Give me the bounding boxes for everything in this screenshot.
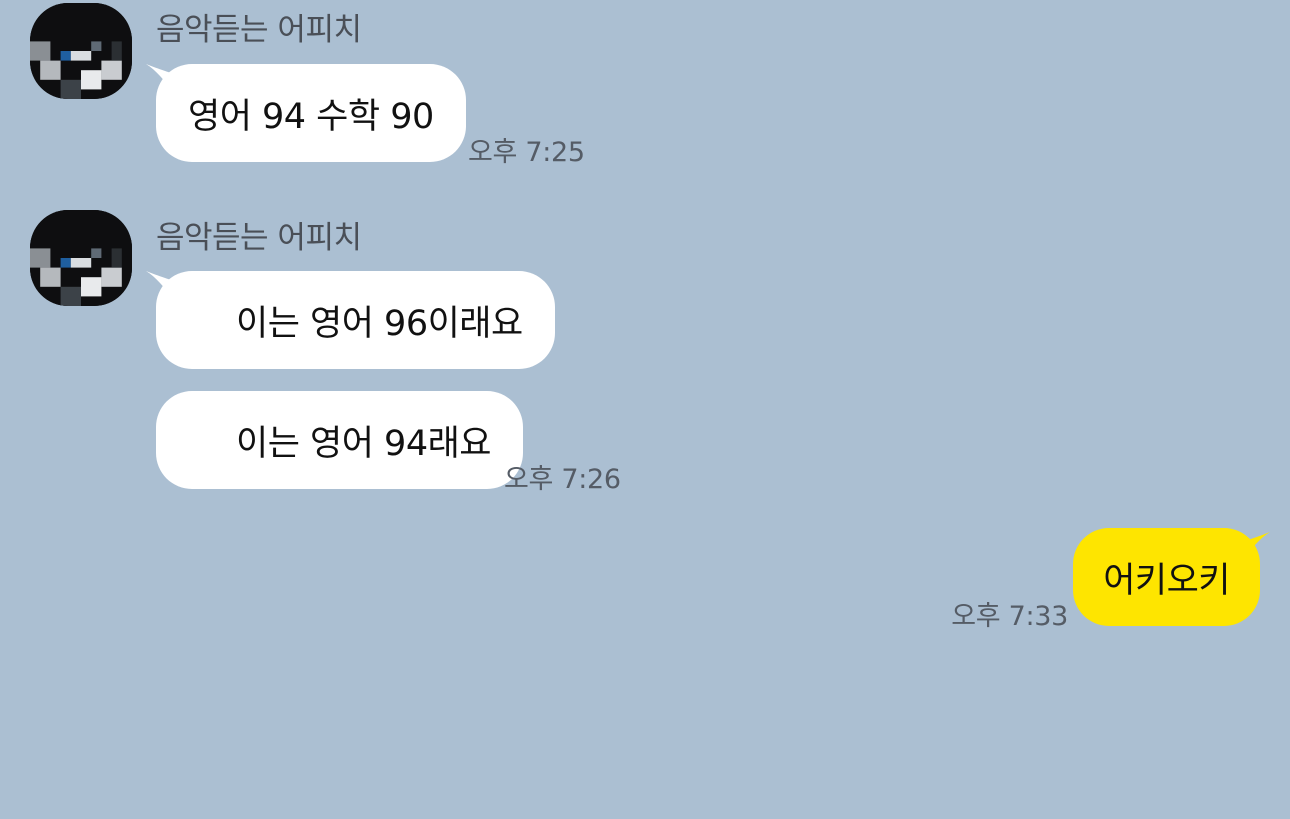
- message-text: 이는 영어 96이래요: [236, 303, 523, 344]
- avatar[interactable]: [30, 210, 132, 306]
- message-text: 어키오키: [1103, 560, 1230, 601]
- obscured-name: [188, 300, 234, 340]
- my-message-bubble[interactable]: 어키오키: [1073, 528, 1260, 626]
- message-bubble[interactable]: 이는 영어 96이래요: [156, 271, 555, 369]
- message-bubble[interactable]: 영어 94 수학 90: [156, 64, 466, 162]
- obscured-name: [188, 420, 234, 460]
- sender-name: 음악듣는 어피치: [156, 12, 362, 48]
- avatar-image: [30, 3, 132, 99]
- message-bubble[interactable]: 이는 영어 94래요: [156, 391, 523, 489]
- message-timestamp: 오후 7:25: [468, 137, 585, 168]
- message-text: 이는 영어 94래요: [236, 423, 492, 464]
- avatar-image: [30, 210, 132, 306]
- avatar[interactable]: [30, 3, 132, 99]
- message-timestamp: 오후 7:33: [951, 601, 1068, 632]
- sender-name: 음악듣는 어피치: [156, 220, 362, 256]
- message-timestamp: 오후 7:26: [504, 464, 621, 495]
- bubble-tail: [1242, 532, 1270, 562]
- message-text: 영어 94 수학 90: [188, 96, 434, 137]
